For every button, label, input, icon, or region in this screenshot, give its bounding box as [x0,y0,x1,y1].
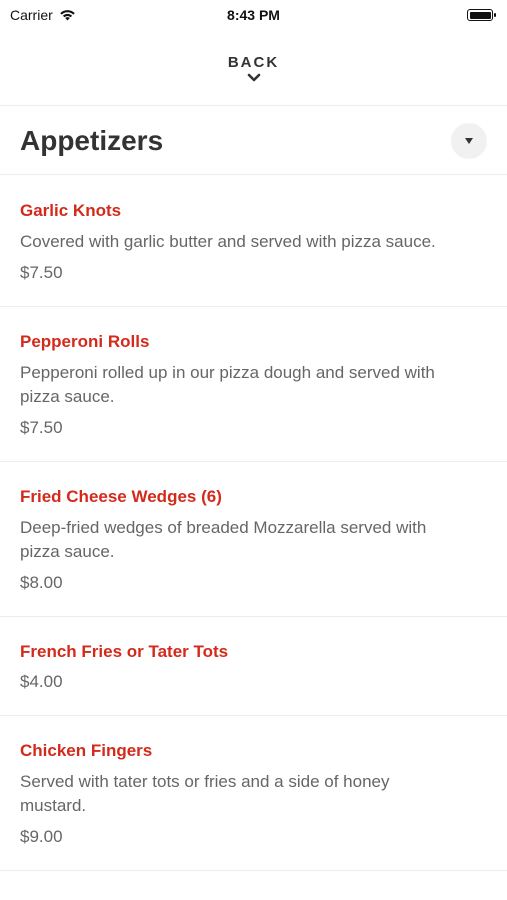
item-name: Pepperoni Rolls [20,332,150,351]
status-left: Carrier [10,7,76,23]
item-price: $9.00 [20,827,63,846]
wifi-icon [59,10,75,21]
section-header: Appetizers [0,107,507,175]
item-description: Served with tater tots or fries and a si… [20,772,390,815]
chevron-down-icon [247,73,260,82]
item-price: $4.00 [20,672,63,691]
menu-item[interactable]: Chicken Fingers Served with tater tots o… [0,716,507,871]
status-time: 8:43 PM [227,7,280,23]
section-toggle-button[interactable] [451,122,487,159]
back-button[interactable]: BACK [0,30,507,106]
menu-item[interactable]: French Fries or Tater Tots $4.00 [0,617,507,716]
item-price: $7.50 [20,263,63,282]
item-name: Fried Cheese Wedges (6) [20,487,222,506]
item-description: Pepperoni rolled up in our pizza dough a… [20,363,435,406]
carrier-label: Carrier [10,7,53,23]
back-label: BACK [227,54,280,71]
section-title: Appetizers [20,124,164,156]
item-name: Chicken Fingers [20,741,153,760]
status-bar: Carrier 8:43 PM [0,0,507,30]
menu-item[interactable]: Fried Cheese Wedges (6) Deep-fried wedge… [0,462,507,617]
item-name: Garlic Knots [20,201,122,220]
menu-item[interactable]: Pepperoni Rolls Pepperoni rolled up in o… [0,307,507,462]
caret-down-icon [465,137,473,144]
item-name: French Fries or Tater Tots [20,642,229,661]
menu-list: Garlic Knots Covered with garlic butter … [0,176,507,871]
item-price: $8.00 [20,573,63,592]
battery-level [469,11,491,19]
battery-icon [467,9,496,21]
item-description: Deep-fried wedges of breaded Mozzarella … [20,518,427,561]
item-price: $7.50 [20,418,63,437]
menu-item[interactable]: Garlic Knots Covered with garlic butter … [0,176,507,307]
item-description: Covered with garlic butter and served wi… [20,232,436,251]
